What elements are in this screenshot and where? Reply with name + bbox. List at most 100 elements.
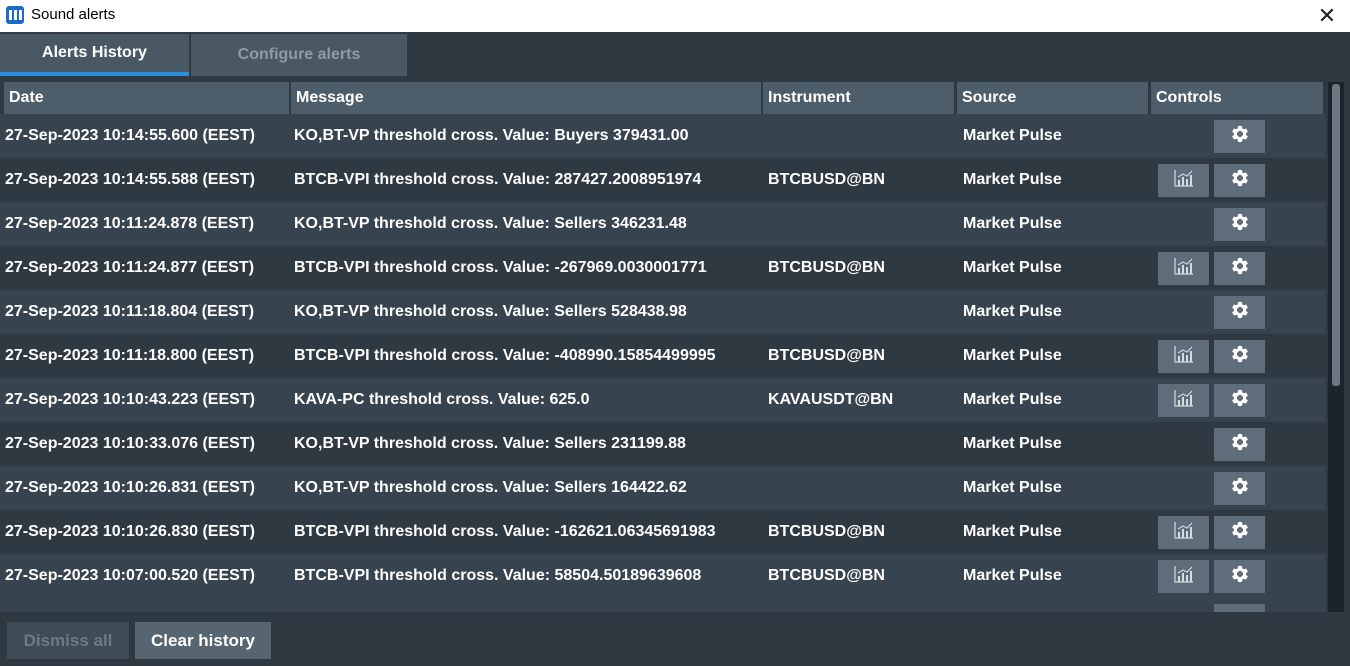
vertical-scrollbar[interactable] <box>1328 82 1344 612</box>
row-message: BTCB-VPI threshold cross. Value: -408990… <box>294 347 716 364</box>
settings-button[interactable] <box>1214 120 1265 153</box>
chart-icon <box>1173 345 1194 368</box>
gear-icon <box>1230 388 1250 413</box>
settings-button[interactable] <box>1214 340 1265 373</box>
clear-history-button[interactable]: Clear history <box>135 622 271 659</box>
settings-button[interactable] <box>1214 428 1265 461</box>
column-header-controls[interactable]: Controls <box>1151 82 1323 114</box>
chart-icon <box>1173 521 1194 544</box>
gear-icon <box>1230 344 1250 369</box>
open-chart-button[interactable] <box>1158 252 1209 285</box>
row-message: KO,BT-VP threshold cross. Value: Sellers… <box>294 303 687 320</box>
row-date: 27-Sep-2023 10:11:24.877 (EEST) <box>5 259 255 276</box>
table-row[interactable]: 27-Sep-2023 10:11:18.800 (EEST) BTCB-VPI … <box>0 334 1326 378</box>
row-date: 27-Sep-2023 10:10:33.076 (EEST) <box>5 435 255 452</box>
row-source: Market Pulse <box>963 567 1062 584</box>
row-date: 27-Sep-2023 10:10:26.830 (EEST) <box>5 523 255 540</box>
table-row[interactable] <box>0 598 1326 612</box>
settings-button[interactable] <box>1214 560 1265 593</box>
close-button[interactable]: ✕ <box>1304 0 1350 32</box>
row-instrument: BTCBUSD@BN <box>768 171 885 188</box>
table-row[interactable]: 27-Sep-2023 10:14:55.588 (EEST) BTCB-VPI … <box>0 158 1326 202</box>
settings-button[interactable] <box>1214 604 1265 612</box>
row-date: 27-Sep-2023 10:11:18.804 (EEST) <box>5 303 255 320</box>
open-chart-button[interactable] <box>1158 384 1209 417</box>
table-row[interactable]: 27-Sep-2023 10:10:26.831 (EEST) KO,BT-VP … <box>0 466 1326 510</box>
row-date: 27-Sep-2023 10:11:24.878 (EEST) <box>5 215 255 232</box>
column-header-message[interactable]: Message <box>291 82 761 114</box>
dismiss-all-button[interactable]: Dismiss all <box>7 622 129 659</box>
settings-button[interactable] <box>1214 516 1265 549</box>
row-source: Market Pulse <box>963 347 1062 364</box>
row-source: Market Pulse <box>963 259 1062 276</box>
table-row[interactable]: 27-Sep-2023 10:14:55.600 (EEST) KO,BT-VP … <box>0 114 1326 158</box>
row-source: Market Pulse <box>963 523 1062 540</box>
row-message: KO,BT-VP threshold cross. Value: Sellers… <box>294 435 686 452</box>
table-row[interactable]: 27-Sep-2023 10:11:24.878 (EEST) KO,BT-VP … <box>0 202 1326 246</box>
row-date: 27-Sep-2023 10:07:00.520 (EEST) <box>5 567 255 584</box>
gear-icon <box>1230 256 1250 281</box>
gear-icon <box>1230 564 1250 589</box>
row-date: 27-Sep-2023 10:14:55.600 (EEST) <box>5 127 255 144</box>
row-message: KO,BT-VP threshold cross. Value: Sellers… <box>294 215 687 232</box>
chart-icon <box>1173 389 1194 412</box>
row-source: Market Pulse <box>963 435 1062 452</box>
table-row[interactable]: 27-Sep-2023 10:10:26.830 (EEST) BTCB-VPI … <box>0 510 1326 554</box>
tab-configure-alerts[interactable]: Configure alerts <box>191 34 407 76</box>
gear-icon <box>1230 520 1250 545</box>
alerts-table: Date Message Instrument Source Controls … <box>0 82 1326 612</box>
row-date: 27-Sep-2023 10:11:18.800 (EEST) <box>5 347 255 364</box>
settings-button[interactable] <box>1214 472 1265 505</box>
table-row[interactable]: 27-Sep-2023 10:11:24.877 (EEST) BTCB-VPI … <box>0 246 1326 290</box>
chart-icon <box>1173 565 1194 588</box>
row-source: Market Pulse <box>963 479 1062 496</box>
footer-bar: Dismiss all Clear history <box>0 612 1350 666</box>
open-chart-button[interactable] <box>1158 164 1209 197</box>
row-message: KAVA-PC threshold cross. Value: 625.0 <box>294 391 590 408</box>
table-row[interactable]: 27-Sep-2023 10:10:33.076 (EEST) KO,BT-VP … <box>0 422 1326 466</box>
gear-icon <box>1230 476 1250 501</box>
tab-alerts-history[interactable]: Alerts History <box>0 34 189 76</box>
row-message: KO,BT-VP threshold cross. Value: Sellers… <box>294 479 687 496</box>
settings-button[interactable] <box>1214 208 1265 241</box>
table-row[interactable]: 27-Sep-2023 10:10:43.223 (EEST) KAVA-PC t… <box>0 378 1326 422</box>
column-header-source[interactable]: Source <box>957 82 1148 114</box>
column-header-instrument[interactable]: Instrument <box>763 82 954 114</box>
settings-button[interactable] <box>1214 384 1265 417</box>
row-source: Market Pulse <box>963 127 1062 144</box>
row-instrument: BTCBUSD@BN <box>768 347 885 364</box>
table-row[interactable]: 27-Sep-2023 10:07:00.520 (EEST) BTCB-VPI … <box>0 554 1326 598</box>
row-date: 27-Sep-2023 10:10:26.831 (EEST) <box>5 479 255 496</box>
close-icon: ✕ <box>1317 3 1337 28</box>
row-source: Market Pulse <box>963 391 1062 408</box>
gear-icon <box>1230 212 1250 237</box>
window-title: Sound alerts <box>31 6 116 23</box>
settings-button[interactable] <box>1214 164 1265 197</box>
row-message: BTCB-VPI threshold cross. Value: 287427.… <box>294 171 702 188</box>
row-message: BTCB-VPI threshold cross. Value: -162621… <box>294 523 716 540</box>
title-bar: Sound alerts ✕ <box>0 0 1350 32</box>
app-icon <box>6 6 24 24</box>
open-chart-button[interactable] <box>1158 516 1209 549</box>
row-instrument: BTCBUSD@BN <box>768 567 885 584</box>
row-source: Market Pulse <box>963 303 1062 320</box>
gear-icon <box>1230 300 1250 325</box>
gear-icon <box>1230 168 1250 193</box>
gear-icon <box>1230 432 1250 457</box>
settings-button[interactable] <box>1214 252 1265 285</box>
row-message: KO,BT-VP threshold cross. Value: Buyers … <box>294 127 689 144</box>
open-chart-button[interactable] <box>1158 340 1209 373</box>
chart-icon <box>1173 257 1194 280</box>
row-instrument: BTCBUSD@BN <box>768 523 885 540</box>
table-header: Date Message Instrument Source Controls <box>0 82 1326 114</box>
open-chart-button[interactable] <box>1158 560 1209 593</box>
settings-button[interactable] <box>1214 296 1265 329</box>
table-row[interactable]: 27-Sep-2023 10:11:18.804 (EEST) KO,BT-VP … <box>0 290 1326 334</box>
column-header-date[interactable]: Date <box>4 82 289 114</box>
scrollbar-thumb[interactable] <box>1332 84 1340 386</box>
row-source: Market Pulse <box>963 215 1062 232</box>
row-instrument: KAVAUSDT@BN <box>768 391 894 408</box>
row-source: Market Pulse <box>963 171 1062 188</box>
row-instrument: BTCBUSD@BN <box>768 259 885 276</box>
row-date: 27-Sep-2023 10:10:43.223 (EEST) <box>5 391 255 408</box>
